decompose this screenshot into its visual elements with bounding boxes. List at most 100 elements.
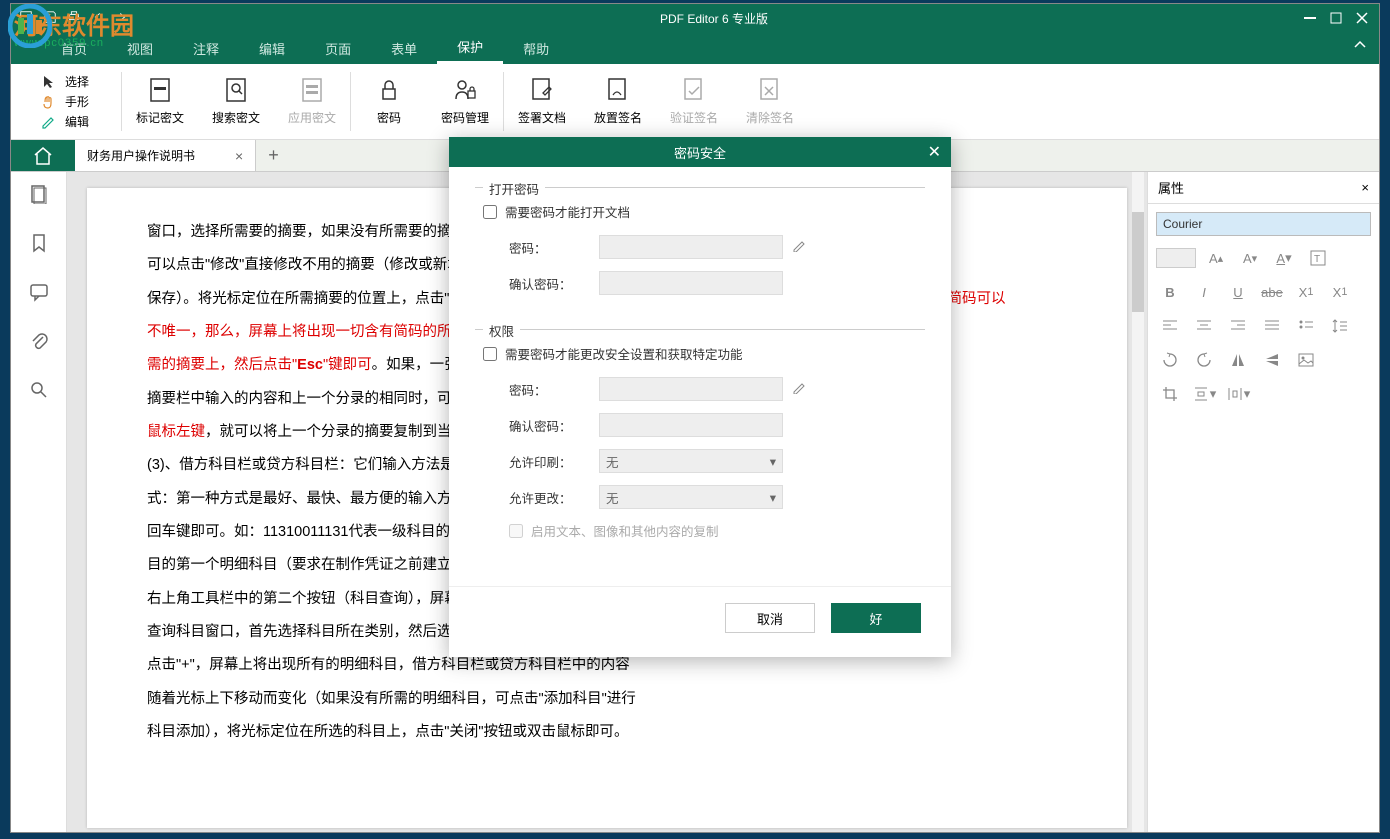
- allow-print-select[interactable]: 无▾: [599, 449, 783, 473]
- enable-copy-checkbox: [509, 524, 523, 538]
- ribbon-collapse-icon[interactable]: [1353, 38, 1367, 55]
- permission-legend: 权限: [483, 321, 520, 340]
- maximize-button[interactable]: [1325, 10, 1347, 26]
- watermark-logo: [8, 4, 52, 53]
- menu-bar: 首页 视图 注释 编辑 页面 表单 保护 帮助: [11, 32, 1379, 64]
- edit-icon[interactable]: [793, 382, 809, 397]
- flip-v-icon[interactable]: [1258, 348, 1286, 372]
- left-sidebar: [11, 172, 67, 832]
- allow-change-label: 允许更改：: [509, 488, 599, 507]
- menu-form[interactable]: 表单: [371, 32, 437, 64]
- enable-copy-label: 启用文本、图像和其他内容的复制: [531, 521, 719, 540]
- edit-icon[interactable]: [793, 240, 809, 255]
- align-left-icon[interactable]: [1156, 314, 1184, 338]
- allow-print-label: 允许印刷：: [509, 452, 599, 471]
- subscript-icon[interactable]: X1: [1326, 280, 1354, 304]
- home-tab[interactable]: [11, 140, 75, 171]
- align-right-icon[interactable]: [1224, 314, 1252, 338]
- quick-redo-icon[interactable]: [115, 10, 129, 27]
- app-title: PDF Editor 6 专业版: [129, 10, 1299, 27]
- quick-undo-icon[interactable]: [91, 10, 105, 27]
- menu-page[interactable]: 页面: [305, 32, 371, 64]
- panel-title: 属性: [1158, 178, 1184, 197]
- title-bar: PDF Editor 6 专业版: [11, 4, 1379, 32]
- strikethrough-icon[interactable]: abe: [1258, 280, 1286, 304]
- distribute-v-icon[interactable]: ▾: [1190, 382, 1218, 406]
- search-redact-button[interactable]: 搜索密文: [198, 64, 274, 139]
- require-open-password-checkbox[interactable]: [483, 205, 497, 219]
- require-open-password-label: 需要密码才能打开文档: [505, 202, 630, 221]
- tab-close-icon[interactable]: ×: [235, 148, 243, 164]
- close-button[interactable]: [1351, 10, 1373, 26]
- verify-sig-button[interactable]: 验证签名: [656, 64, 732, 139]
- bookmarks-icon[interactable]: [29, 233, 49, 258]
- password-mgmt-button[interactable]: 密码管理: [427, 64, 503, 139]
- superscript-icon[interactable]: X1: [1292, 280, 1320, 304]
- svg-text:T: T: [1314, 254, 1320, 265]
- menu-view[interactable]: 视图: [107, 32, 173, 64]
- perm-confirm-label: 确认密码：: [509, 416, 599, 435]
- tool-select[interactable]: 选择: [41, 73, 121, 90]
- document-tab[interactable]: 财务用户操作说明书 ×: [75, 140, 256, 171]
- clear-sig-button[interactable]: 清除签名: [732, 64, 808, 139]
- password-button[interactable]: 密码: [351, 64, 427, 139]
- font-increase-icon[interactable]: A▴: [1202, 246, 1230, 270]
- image-icon[interactable]: [1292, 348, 1320, 372]
- thumbnails-icon[interactable]: [29, 184, 49, 209]
- crop-icon[interactable]: [1156, 382, 1184, 406]
- open-password-input[interactable]: [599, 235, 783, 259]
- rotate-left-icon[interactable]: [1156, 348, 1184, 372]
- require-perm-password-checkbox[interactable]: [483, 347, 497, 361]
- italic-icon[interactable]: I: [1190, 280, 1218, 304]
- attachments-icon[interactable]: [29, 331, 49, 356]
- comments-icon[interactable]: [29, 282, 49, 307]
- open-password-label: 密码：: [509, 238, 599, 257]
- tool-hand[interactable]: 手形: [41, 93, 121, 110]
- align-center-icon[interactable]: [1190, 314, 1218, 338]
- distribute-h-icon[interactable]: ▾: [1224, 382, 1252, 406]
- menu-help[interactable]: 帮助: [503, 32, 569, 64]
- open-confirm-input[interactable]: [599, 271, 783, 295]
- dialog-title-bar[interactable]: 密码安全 ✕: [449, 137, 951, 167]
- properties-panel: 属性 × Courier A▴ A▾ A▾ T B I U abe X1: [1147, 172, 1379, 832]
- minimize-button[interactable]: [1299, 10, 1321, 26]
- menu-edit[interactable]: 编辑: [239, 32, 305, 64]
- bullet-list-icon[interactable]: [1292, 314, 1320, 338]
- underline-icon[interactable]: U: [1224, 280, 1252, 304]
- panel-close-icon[interactable]: ×: [1361, 180, 1369, 195]
- align-justify-icon[interactable]: [1258, 314, 1286, 338]
- open-password-legend: 打开密码: [483, 179, 545, 198]
- quick-print-icon[interactable]: [67, 10, 81, 27]
- search-icon[interactable]: [29, 380, 49, 405]
- font-decrease-icon[interactable]: A▾: [1236, 246, 1264, 270]
- password-security-dialog: 密码安全 ✕ 打开密码 需要密码才能打开文档 密码： 确认密码： 权限 需要密码…: [449, 137, 951, 657]
- open-confirm-label: 确认密码：: [509, 274, 599, 293]
- bold-icon[interactable]: B: [1156, 280, 1184, 304]
- sign-doc-button[interactable]: 签署文档: [504, 64, 580, 139]
- tab-label: 财务用户操作说明书: [87, 147, 195, 164]
- cancel-button[interactable]: 取消: [725, 603, 815, 633]
- mark-redact-button[interactable]: 标记密文: [122, 64, 198, 139]
- flip-h-icon[interactable]: [1224, 348, 1252, 372]
- apply-redact-button[interactable]: 应用密文: [274, 64, 350, 139]
- menu-protect[interactable]: 保护: [437, 32, 503, 64]
- vertical-scrollbar[interactable]: [1132, 172, 1144, 832]
- tool-edit[interactable]: 编辑: [41, 113, 121, 130]
- menu-annotate[interactable]: 注释: [173, 32, 239, 64]
- allow-change-select[interactable]: 无▾: [599, 485, 783, 509]
- font-select[interactable]: Courier: [1156, 212, 1371, 236]
- underline-a-icon[interactable]: A▾: [1270, 246, 1298, 270]
- ribbon: 选择 手形 编辑 标记密文 搜索密文 应用密文 密码 密码管理 签署文档 放置签…: [11, 64, 1379, 140]
- rotate-right-icon[interactable]: [1190, 348, 1218, 372]
- text-box-icon[interactable]: T: [1304, 246, 1332, 270]
- perm-password-label: 密码：: [509, 380, 599, 399]
- place-sig-button[interactable]: 放置签名: [580, 64, 656, 139]
- add-tab-button[interactable]: +: [256, 145, 291, 166]
- perm-password-input[interactable]: [599, 377, 783, 401]
- dialog-title: 密码安全: [674, 143, 726, 162]
- dialog-close-icon[interactable]: ✕: [928, 142, 941, 162]
- ok-button[interactable]: 好: [831, 603, 921, 633]
- line-spacing-icon[interactable]: [1326, 314, 1354, 338]
- color-swatch[interactable]: [1156, 248, 1196, 268]
- perm-confirm-input[interactable]: [599, 413, 783, 437]
